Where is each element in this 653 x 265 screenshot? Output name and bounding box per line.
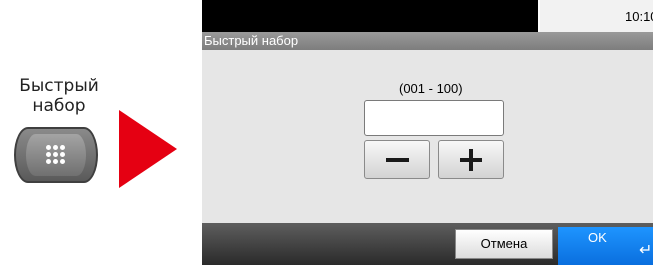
- key-face: [26, 134, 86, 176]
- title-bar: Быстрый набор: [202, 32, 653, 50]
- panel-screen: 10:10 Быстрый набор (001 - 100) Отмена O…: [202, 0, 653, 265]
- enter-icon: ↵: [639, 242, 653, 259]
- screen-title: Быстрый набор: [204, 33, 299, 48]
- quick-dial-number-field[interactable]: [364, 100, 504, 136]
- status-bar: 10:10: [202, 0, 653, 32]
- ok-label: OK: [588, 230, 607, 245]
- keypad-icon: [46, 145, 66, 165]
- decrement-button[interactable]: [364, 140, 430, 179]
- quick-dial-hardware-key[interactable]: [14, 127, 98, 183]
- cancel-button[interactable]: Отмена: [455, 229, 553, 259]
- range-label: (001 - 100): [399, 81, 463, 96]
- content-area: (001 - 100): [202, 50, 653, 223]
- clock: 10:10: [625, 9, 653, 24]
- increment-button[interactable]: [438, 140, 504, 179]
- ok-button[interactable]: OK ↵: [558, 227, 653, 265]
- hardware-key-label: Быстрый набор: [19, 76, 99, 116]
- bottom-bar: Отмена OK ↵: [202, 223, 653, 265]
- minus-icon: [386, 158, 409, 162]
- arrow-right-icon: [119, 110, 177, 188]
